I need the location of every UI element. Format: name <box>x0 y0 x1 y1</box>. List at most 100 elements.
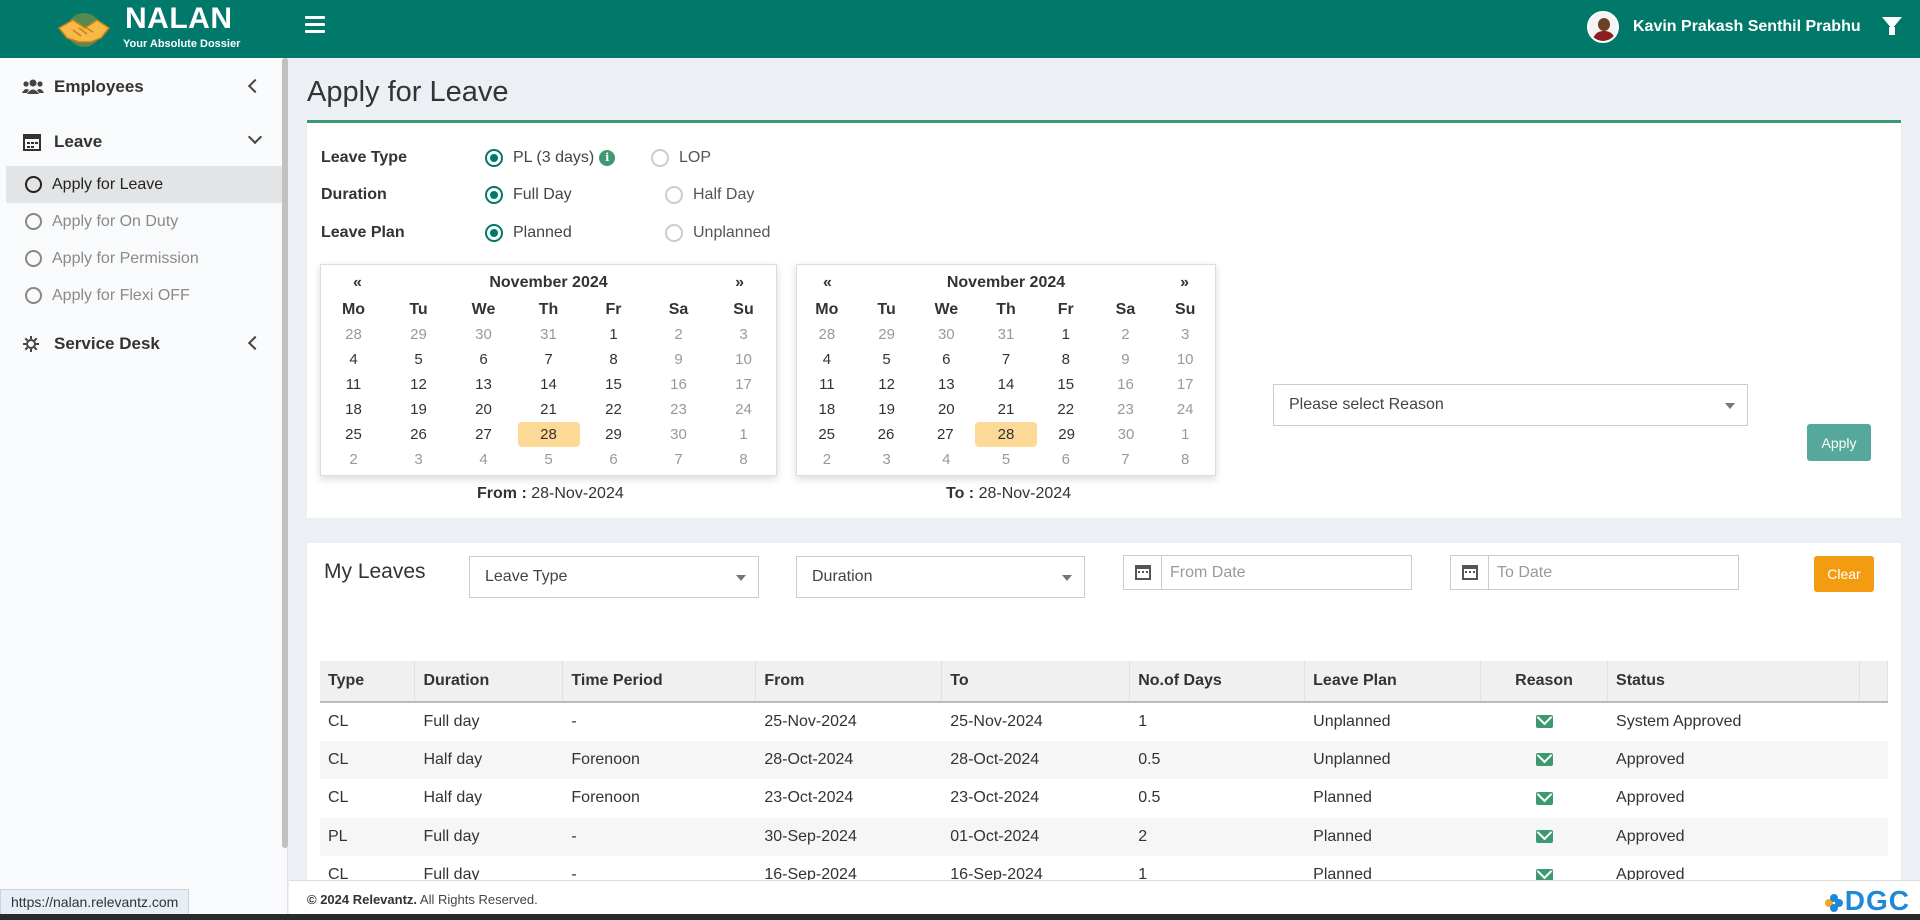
radio-leave-type-pl[interactable]: PL (3 days) i <box>485 149 616 167</box>
calendar-day[interactable]: 9 <box>1096 347 1156 372</box>
reason-cell[interactable] <box>1481 779 1608 818</box>
radio-duration-half-day[interactable]: Half Day <box>665 186 754 204</box>
calendar-day[interactable]: 17 <box>1155 372 1215 397</box>
calendar-day[interactable]: 20 <box>916 397 976 422</box>
info-icon[interactable]: i <box>599 150 616 166</box>
calendar-day[interactable]: 10 <box>711 347 776 372</box>
calendar-day[interactable]: 1 <box>581 322 646 347</box>
calendar-day[interactable]: 12 <box>386 372 451 397</box>
calendar-day[interactable]: 8 <box>711 447 776 472</box>
sidebar-item-leave[interactable]: Leave <box>0 115 282 169</box>
apply-button[interactable]: Apply <box>1807 424 1871 461</box>
calendar-day[interactable]: 19 <box>857 397 917 422</box>
calendar-day[interactable]: 7 <box>646 447 711 472</box>
sidebar-item-service-desk[interactable]: Service Desk <box>0 317 282 371</box>
calendar-day[interactable]: 15 <box>1036 372 1096 397</box>
calendar-next-button[interactable]: » <box>735 274 744 292</box>
radio-leave-plan-planned[interactable]: Planned <box>485 224 572 242</box>
calendar-day[interactable]: 19 <box>386 397 451 422</box>
calendar-day[interactable]: 7 <box>976 347 1036 372</box>
calendar-day[interactable]: 15 <box>581 372 646 397</box>
calendar-day[interactable]: 16 <box>646 372 711 397</box>
calendar-day[interactable]: 24 <box>1155 397 1215 422</box>
calendar-day[interactable]: 30 <box>451 322 516 347</box>
calendar-day[interactable]: 16 <box>1096 372 1156 397</box>
calendar-day[interactable]: 4 <box>321 347 386 372</box>
calendar-day[interactable]: 28 <box>321 322 386 347</box>
envelope-icon[interactable] <box>1535 830 1553 844</box>
column-header[interactable]: Status <box>1607 661 1860 703</box>
calendar-day[interactable]: 2 <box>797 447 857 472</box>
calendar-day[interactable]: 30 <box>646 422 711 447</box>
calendar-day[interactable]: 21 <box>516 397 581 422</box>
menu-toggle-icon[interactable] <box>305 16 325 34</box>
calendar-day[interactable]: 27 <box>916 422 975 447</box>
table-row[interactable]: PL Full day -30-Sep-2024 01-Oct-2024 2 Planne… <box>320 817 1888 856</box>
table-row[interactable]: CL Half day Forenoon 23-Oct-2024 23-Oct-2024… <box>320 779 1888 818</box>
calendar-day[interactable]: 25 <box>321 422 386 447</box>
leave-type-filter[interactable]: Leave Type <box>469 556 759 598</box>
calendar-day[interactable]: 26 <box>386 422 451 447</box>
column-header[interactable]: Leave Plan <box>1304 661 1482 703</box>
calendar-day[interactable]: 4 <box>451 447 516 472</box>
calendar-day[interactable]: 2 <box>646 322 711 347</box>
table-row[interactable]: CL Full day - 25-Nov-2024 25-Nov-2024 1 Unplan… <box>320 702 1888 741</box>
user-menu[interactable]: Kavin Prakash Senthil Prabhu <box>1587 10 1861 44</box>
envelope-icon[interactable] <box>1535 791 1553 805</box>
calendar-day[interactable]: 17 <box>711 372 776 397</box>
calendar-day[interactable]: 4 <box>797 347 857 372</box>
calendar-day[interactable]: 3 <box>1155 322 1215 347</box>
calendar-day[interactable]: 5 <box>516 447 581 472</box>
sidebar-subitem-permission[interactable]: Apply for Permission <box>6 240 286 277</box>
calendar-day[interactable]: 30 <box>1096 422 1155 447</box>
calendar-prev-button[interactable]: « <box>353 274 362 292</box>
to-date-input[interactable]: To Date <box>1450 555 1739 590</box>
reason-cell[interactable] <box>1481 702 1608 741</box>
calendar-day[interactable]: 6 <box>451 347 516 372</box>
calendar-day[interactable]: 29 <box>1037 422 1096 447</box>
calendar-day[interactable]: 29 <box>386 322 451 347</box>
clear-button[interactable]: Clear <box>1814 556 1874 592</box>
calendar-day[interactable]: 6 <box>581 447 646 472</box>
calendar-day[interactable]: 2 <box>321 447 386 472</box>
column-header[interactable]: Reason <box>1480 661 1609 703</box>
calendar-day[interactable]: 5 <box>976 447 1036 472</box>
reason-cell[interactable] <box>1481 856 1608 883</box>
calendar-day[interactable]: 23 <box>646 397 711 422</box>
calendar-day[interactable]: 25 <box>797 422 856 447</box>
column-header[interactable]: Time Period <box>562 661 757 703</box>
calendar-next-button[interactable]: » <box>1180 274 1189 292</box>
sidebar-subitem-flexi-off[interactable]: Apply for Flexi OFF <box>6 277 286 314</box>
app-logo[interactable]: NALAN Your Absolute Dossier <box>55 2 245 54</box>
calendar-day[interactable]: 6 <box>916 347 976 372</box>
calendar-day[interactable]: 3 <box>711 322 776 347</box>
calendar-prev-button[interactable]: « <box>823 274 832 292</box>
calendar-day[interactable]: 5 <box>386 347 451 372</box>
envelope-icon[interactable] <box>1535 753 1553 767</box>
from-date-input[interactable]: From Date <box>1123 555 1412 590</box>
calendar-day[interactable]: 14 <box>976 372 1036 397</box>
calendar-day[interactable]: 1 <box>1036 322 1096 347</box>
duration-filter[interactable]: Duration <box>796 556 1085 598</box>
sidebar-subitem-on-duty[interactable]: Apply for On Duty <box>6 203 286 240</box>
calendar-day[interactable]: 10 <box>1155 347 1215 372</box>
calendar-day[interactable]: 3 <box>386 447 451 472</box>
calendar-day[interactable]: 3 <box>857 447 917 472</box>
calendar-day[interactable]: 2 <box>1096 322 1156 347</box>
calendar-day[interactable]: 22 <box>1036 397 1096 422</box>
calendar-day[interactable]: 8 <box>1155 447 1215 472</box>
table-row[interactable]: CL Half day Forenoon 28-Oct-2024 28-Oct-2024… <box>320 740 1888 779</box>
calendar-day[interactable]: 30 <box>916 322 976 347</box>
sidebar-scrollbar[interactable] <box>282 58 288 848</box>
column-header[interactable]: No.of Days <box>1129 661 1306 703</box>
reason-select[interactable]: Please select Reason <box>1273 384 1748 426</box>
calendar-day[interactable]: 8 <box>581 347 646 372</box>
calendar-day[interactable]: 28 <box>974 422 1037 447</box>
radio-leave-plan-unplanned[interactable]: Unplanned <box>665 224 770 242</box>
column-header[interactable]: From <box>755 661 943 703</box>
calendar-day[interactable]: 5 <box>857 347 917 372</box>
envelope-icon[interactable] <box>1535 715 1553 729</box>
table-row[interactable]: CL Full day - 16-Sep-2024 16-Sep-2024 1 Planne… <box>320 856 1888 883</box>
calendar-day[interactable]: 13 <box>916 372 976 397</box>
radio-leave-type-lop[interactable]: LOP <box>651 149 711 167</box>
